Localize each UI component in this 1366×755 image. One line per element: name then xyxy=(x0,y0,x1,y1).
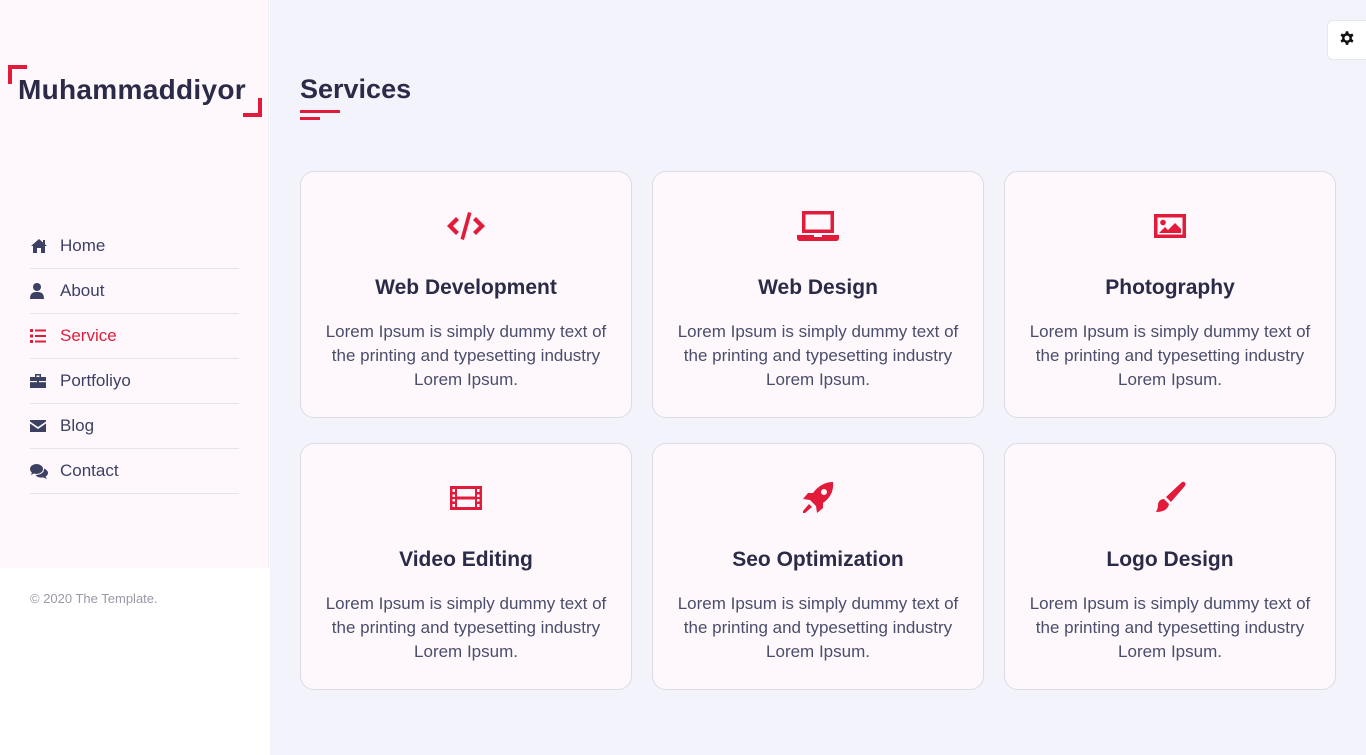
page-title: Services xyxy=(300,74,412,104)
sidebar-panel: Muhammaddiyor Home About Service Portfol… xyxy=(0,0,269,568)
home-icon xyxy=(30,238,60,254)
sidebar-item-home[interactable]: Home xyxy=(30,224,239,269)
copyright-text: © 2020 The Template. xyxy=(30,591,158,606)
service-description: Lorem Ipsum is simply dummy text of the … xyxy=(677,322,959,389)
sidebar: Muhammaddiyor Home About Service Portfol… xyxy=(0,0,270,755)
service-title: Web Development xyxy=(375,276,557,299)
service-card-web-design[interactable]: Web Design Lorem Ipsum is simply dummy t… xyxy=(652,171,984,418)
sidebar-item-about[interactable]: About xyxy=(30,269,239,314)
film-icon xyxy=(301,478,631,518)
sidebar-item-portfoliyo[interactable]: Portfoliyo xyxy=(30,359,239,404)
rocket-icon xyxy=(653,478,983,518)
service-title: Seo Optimization xyxy=(732,548,904,571)
service-title: Logo Design xyxy=(1106,548,1234,571)
sidebar-item-label: Service xyxy=(60,326,117,345)
paint-brush-icon xyxy=(1005,478,1335,518)
user-icon xyxy=(30,283,60,299)
service-description: Lorem Ipsum is simply dummy text of the … xyxy=(677,594,959,661)
logo-corner-bottom-right xyxy=(243,98,262,117)
service-card-web-development[interactable]: Web Development Lorem Ipsum is simply du… xyxy=(300,171,632,418)
list-icon xyxy=(30,329,60,343)
settings-button[interactable] xyxy=(1327,20,1366,60)
title-underline xyxy=(300,110,340,120)
brand-logo[interactable]: Muhammaddiyor xyxy=(8,65,262,117)
service-description: Lorem Ipsum is simply dummy text of the … xyxy=(325,322,607,389)
laptop-icon xyxy=(653,206,983,246)
service-description: Lorem Ipsum is simply dummy text of the … xyxy=(1029,322,1311,389)
sidebar-item-label: Portfoliyo xyxy=(60,371,131,390)
briefcase-icon xyxy=(30,374,60,388)
sidebar-item-service[interactable]: Service xyxy=(30,314,239,359)
envelope-icon xyxy=(30,420,60,432)
sidebar-item-label: Blog xyxy=(60,416,95,435)
service-title: Photography xyxy=(1105,276,1235,299)
code-icon xyxy=(301,206,631,246)
sidebar-item-contact[interactable]: Contact xyxy=(30,449,239,494)
service-card-photography[interactable]: Photography Lorem Ipsum is simply dummy … xyxy=(1004,171,1336,418)
brand-name: Muhammaddiyor xyxy=(18,74,246,105)
service-description: Lorem Ipsum is simply dummy text of the … xyxy=(325,594,607,661)
sidebar-item-blog[interactable]: Blog xyxy=(30,404,239,449)
service-card-seo-optimization[interactable]: Seo Optimization Lorem Ipsum is simply d… xyxy=(652,443,984,690)
service-title: Web Design xyxy=(758,276,878,299)
comments-icon xyxy=(30,463,60,479)
sidebar-item-label: About xyxy=(60,281,105,300)
service-card-logo-design[interactable]: Logo Design Lorem Ipsum is simply dummy … xyxy=(1004,443,1336,690)
service-description: Lorem Ipsum is simply dummy text of the … xyxy=(1029,594,1311,661)
gear-icon xyxy=(1339,30,1355,51)
service-card-video-editing[interactable]: Video Editing Lorem Ipsum is simply dumm… xyxy=(300,443,632,690)
sidebar-item-label: Home xyxy=(60,236,106,255)
sidebar-nav: Home About Service Portfoliyo Blog Conta… xyxy=(30,224,239,494)
service-title: Video Editing xyxy=(399,548,533,571)
image-icon xyxy=(1005,206,1335,246)
sidebar-item-label: Contact xyxy=(60,461,119,480)
